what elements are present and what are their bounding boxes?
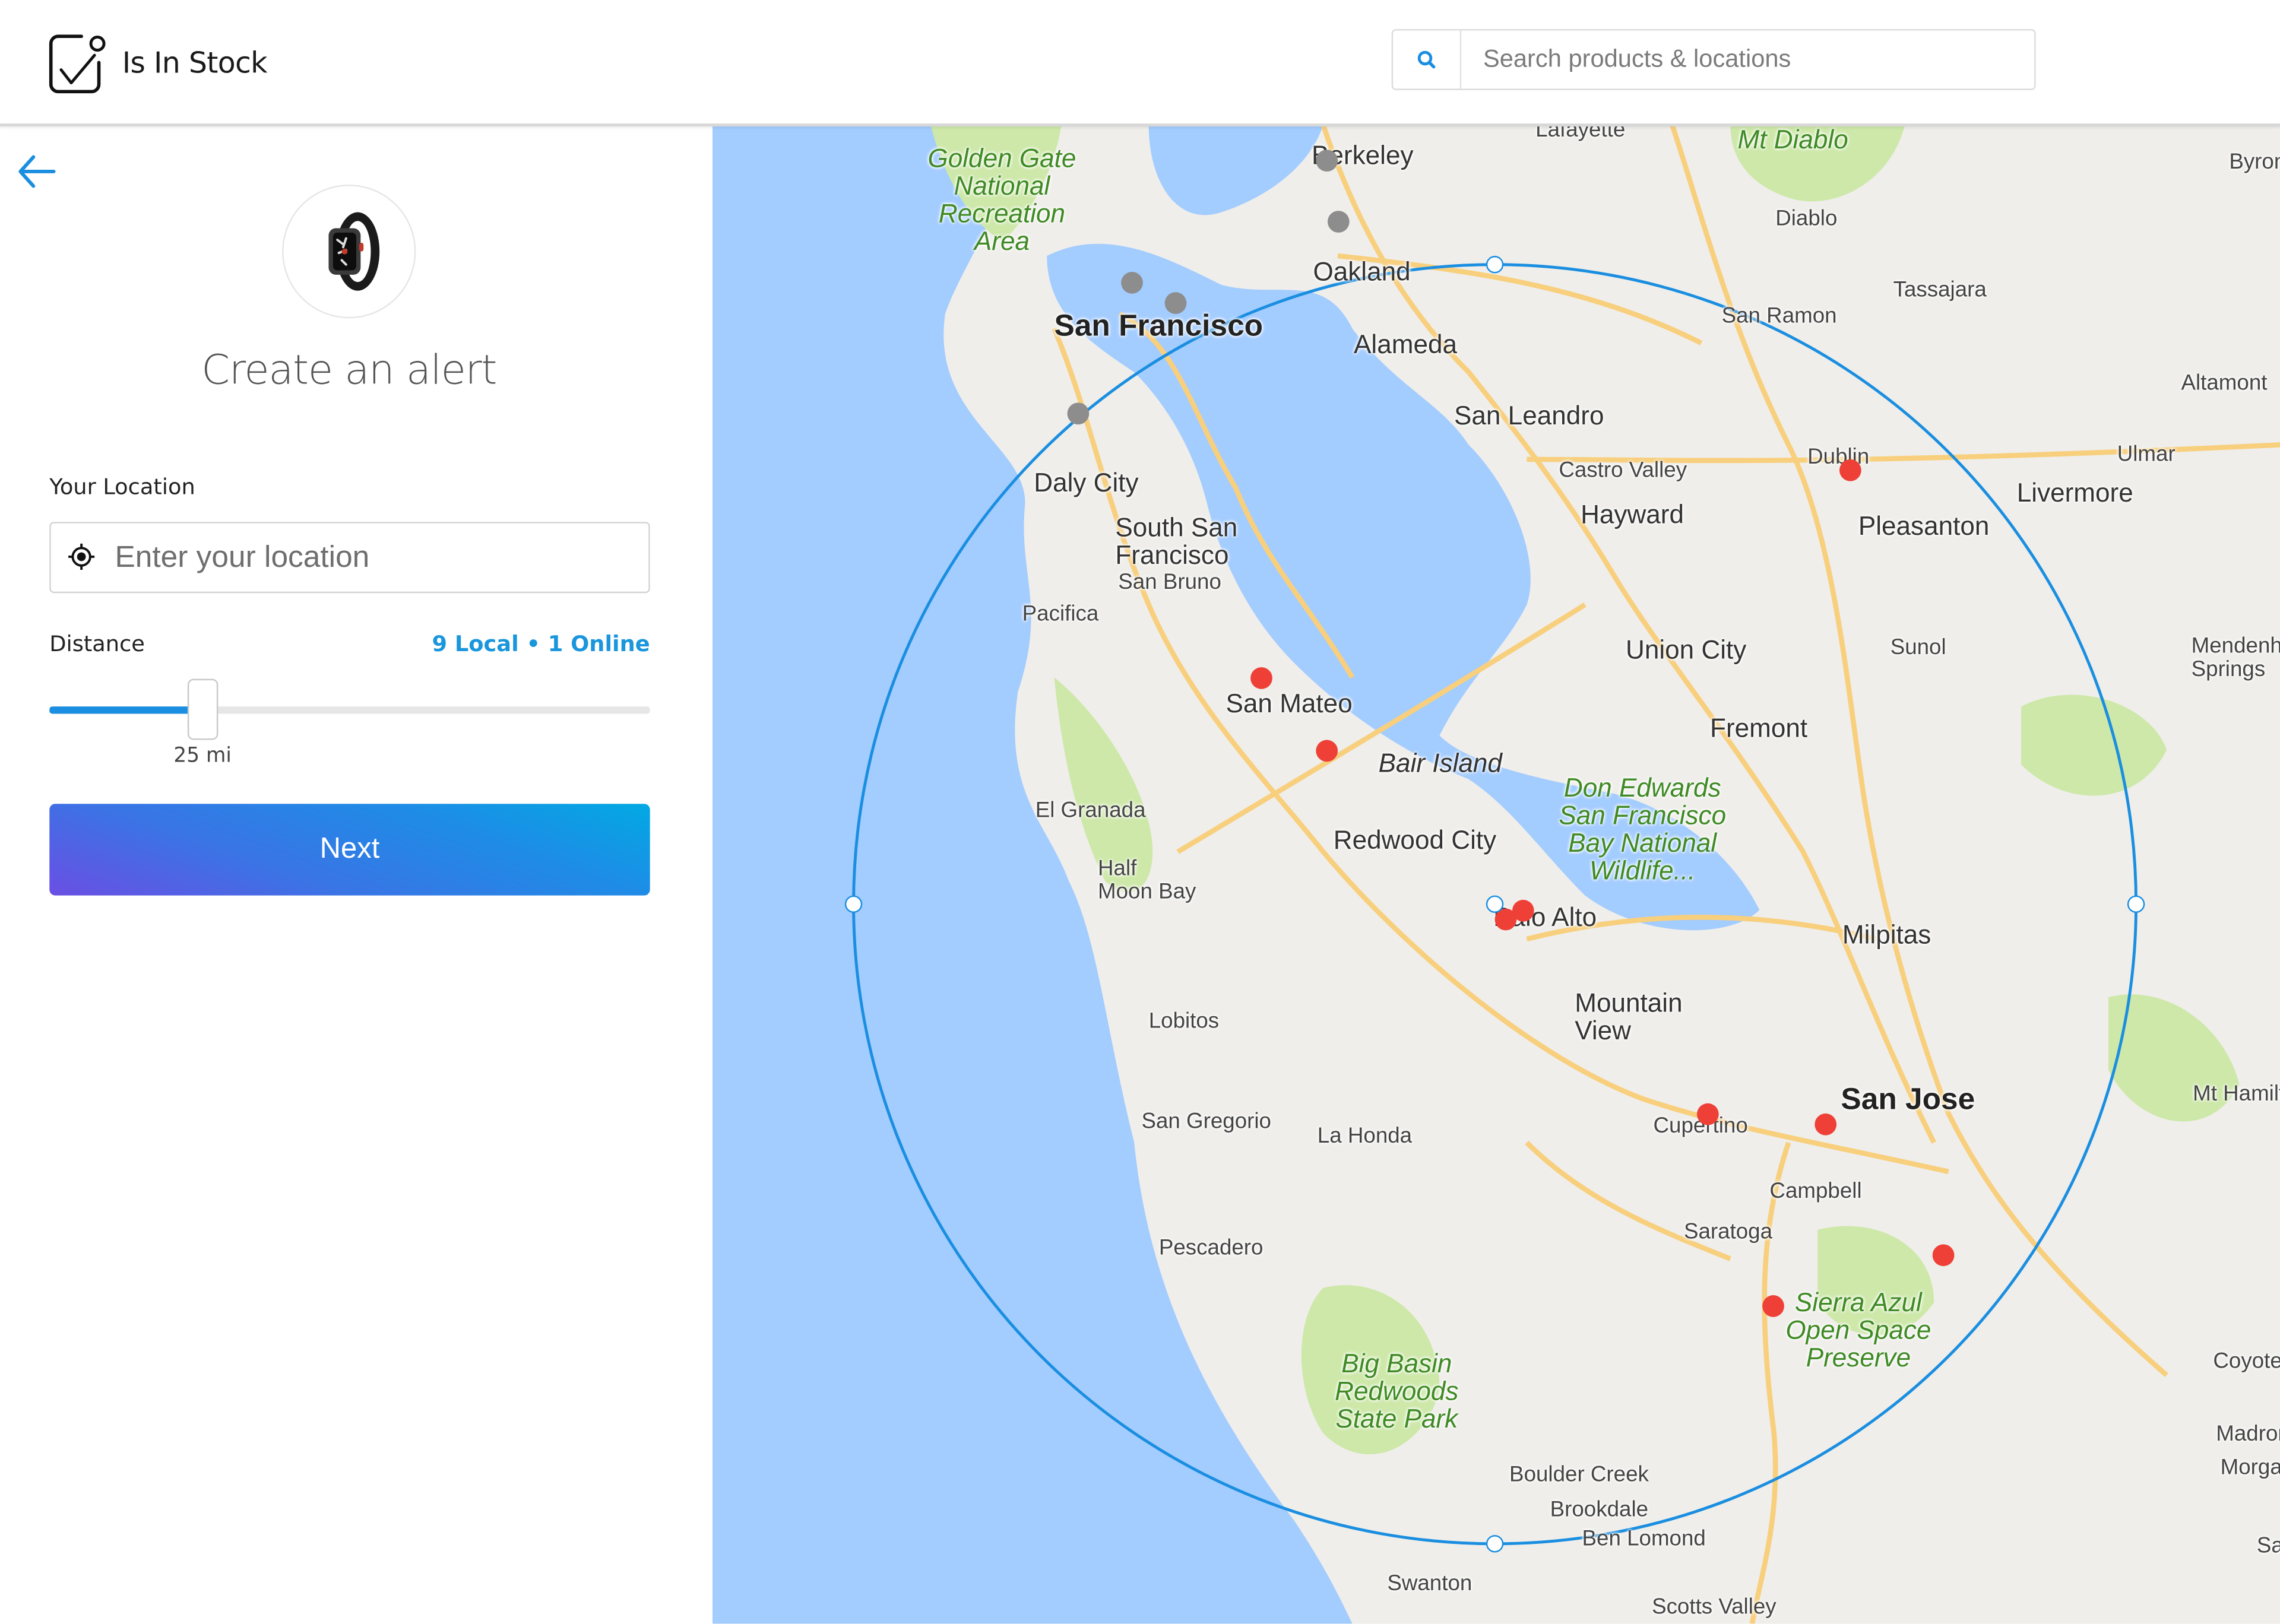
- map-label: Fremont: [1710, 713, 1808, 743]
- map-label: Castro Valley: [1559, 458, 1687, 483]
- search-bar: [1391, 28, 2036, 90]
- map-label: Madrone: [2216, 1422, 2280, 1447]
- map-label: Hayward: [1581, 500, 1684, 529]
- back-arrow-icon[interactable]: [14, 153, 58, 191]
- map-label: Mt Hamilton: [2193, 1081, 2280, 1106]
- map-label: Sunol: [1890, 635, 1946, 660]
- top-header: Is In Stock: [0, 0, 2280, 127]
- page-title: Create an alert: [201, 345, 497, 394]
- search-input[interactable]: [1461, 30, 2029, 89]
- map-label: San Bruno: [1118, 570, 1221, 595]
- park-area: [2021, 694, 2167, 796]
- map-label: San Mateo: [1226, 689, 1353, 718]
- map-label: Swanton: [1387, 1571, 1472, 1597]
- map-label: Lobitos: [1148, 1008, 1220, 1034]
- map-view[interactable]: Golden Gate National Recreation Area Berkele…: [712, 125, 2280, 1624]
- search-icon: [1417, 50, 1436, 69]
- map-label: San Gregorio: [1141, 1109, 1271, 1134]
- map-label: Union City: [1625, 635, 1747, 665]
- distance-slider-thumb[interactable]: [187, 678, 218, 740]
- map-label: San Ramon: [1721, 303, 1837, 329]
- map-label: Milpitas: [1842, 920, 1931, 950]
- map-label: Diablo: [1775, 206, 1838, 231]
- map-label: Sierra Azul Open Space Preserve: [1785, 1287, 1931, 1372]
- map-label: Livermore: [2016, 478, 2133, 508]
- map-label: Daly City: [1034, 468, 1139, 497]
- map-label: MendenhallSprings: [2191, 633, 2280, 681]
- map-label: Redwood City: [1333, 826, 1497, 855]
- distance-label: Distance: [49, 630, 145, 657]
- radius-center-handle[interactable]: [1486, 895, 1504, 913]
- checkbox-logo-icon[interactable]: [46, 30, 110, 94]
- map-label: Brookdale: [1550, 1497, 1649, 1522]
- map-label: San Martin: [2256, 1533, 2280, 1559]
- map-label: Byron: [2229, 150, 2280, 175]
- map-label: Pescadero: [1158, 1235, 1264, 1261]
- map-label: Ben Lomond: [1582, 1526, 1706, 1552]
- map-label: Ulmar: [2117, 442, 2176, 467]
- map-label: San Jose: [1841, 1083, 1975, 1116]
- radius-handle-bottom[interactable]: [1486, 1535, 1504, 1553]
- location-input[interactable]: [112, 523, 642, 594]
- map-label: Pleasanton: [1858, 512, 1990, 541]
- map-label: San Francisco: [1054, 309, 1264, 343]
- brand-name[interactable]: Is In Stock: [122, 45, 268, 80]
- map-label: Boulder Creek: [1509, 1462, 1649, 1487]
- app-root: Is In Stock Search products & locations …: [0, 0, 2280, 1624]
- map-label: Campbell: [1769, 1179, 1862, 1204]
- map-label: Altamont: [2181, 370, 2268, 396]
- map-label: Tassajara: [1893, 277, 1987, 303]
- map-label: San Leandro: [1454, 401, 1604, 430]
- map-label: La Honda: [1317, 1124, 1413, 1149]
- map-label: El Granada: [1035, 798, 1146, 823]
- map-label: Scotts Valley: [1652, 1594, 1776, 1620]
- smartwatch-product-image: [328, 212, 380, 291]
- map-label: Mt Diablo: [1737, 125, 1848, 154]
- gps-target-icon[interactable]: [67, 542, 96, 571]
- map-label: Half Moon Bay: [1097, 856, 1196, 904]
- map-label: Alameda: [1354, 329, 1458, 359]
- location-field[interactable]: [49, 522, 650, 594]
- radius-handle-left[interactable]: [844, 895, 863, 913]
- map-label: Bair Island: [1378, 748, 1502, 778]
- map-label: Big Basin Redwoods State Park: [1335, 1349, 1459, 1433]
- map-label: Mountain View: [1575, 988, 1683, 1045]
- map-label: Oakland: [1313, 257, 1411, 287]
- map-label: Lafayette: [1535, 125, 1626, 143]
- alert-panel: Create an alert Your Location Distance 9…: [0, 126, 714, 1624]
- distance-value: 25 mi: [173, 744, 232, 768]
- search-button[interactable]: [1393, 30, 1462, 89]
- map-label: Pacifica: [1022, 601, 1099, 627]
- map-label: Morgan Hill: [2220, 1455, 2280, 1480]
- location-label: Your Location: [49, 474, 195, 500]
- product-thumbnail: [282, 185, 416, 319]
- map-label: Don Edwards San Francisco Bay National Wild…: [1559, 773, 1727, 885]
- distance-slider-fill: [49, 706, 203, 714]
- radius-handle-right[interactable]: [2127, 895, 2145, 913]
- result-counts[interactable]: 9 Local • 1 Online: [432, 631, 650, 657]
- san-pablo-bay: [1148, 125, 1323, 215]
- map-label: Coyote: [2213, 1349, 2280, 1374]
- map-label: Saratoga: [1683, 1219, 1773, 1245]
- map-label: Golden Gate National Recreation Area: [927, 144, 1076, 256]
- radius-handle-top[interactable]: [1486, 256, 1504, 274]
- map-label: South San Francisco: [1115, 513, 1238, 570]
- map-base: [712, 125, 2280, 1624]
- next-button[interactable]: Next: [49, 804, 650, 896]
- distance-slider-track[interactable]: [49, 706, 650, 714]
